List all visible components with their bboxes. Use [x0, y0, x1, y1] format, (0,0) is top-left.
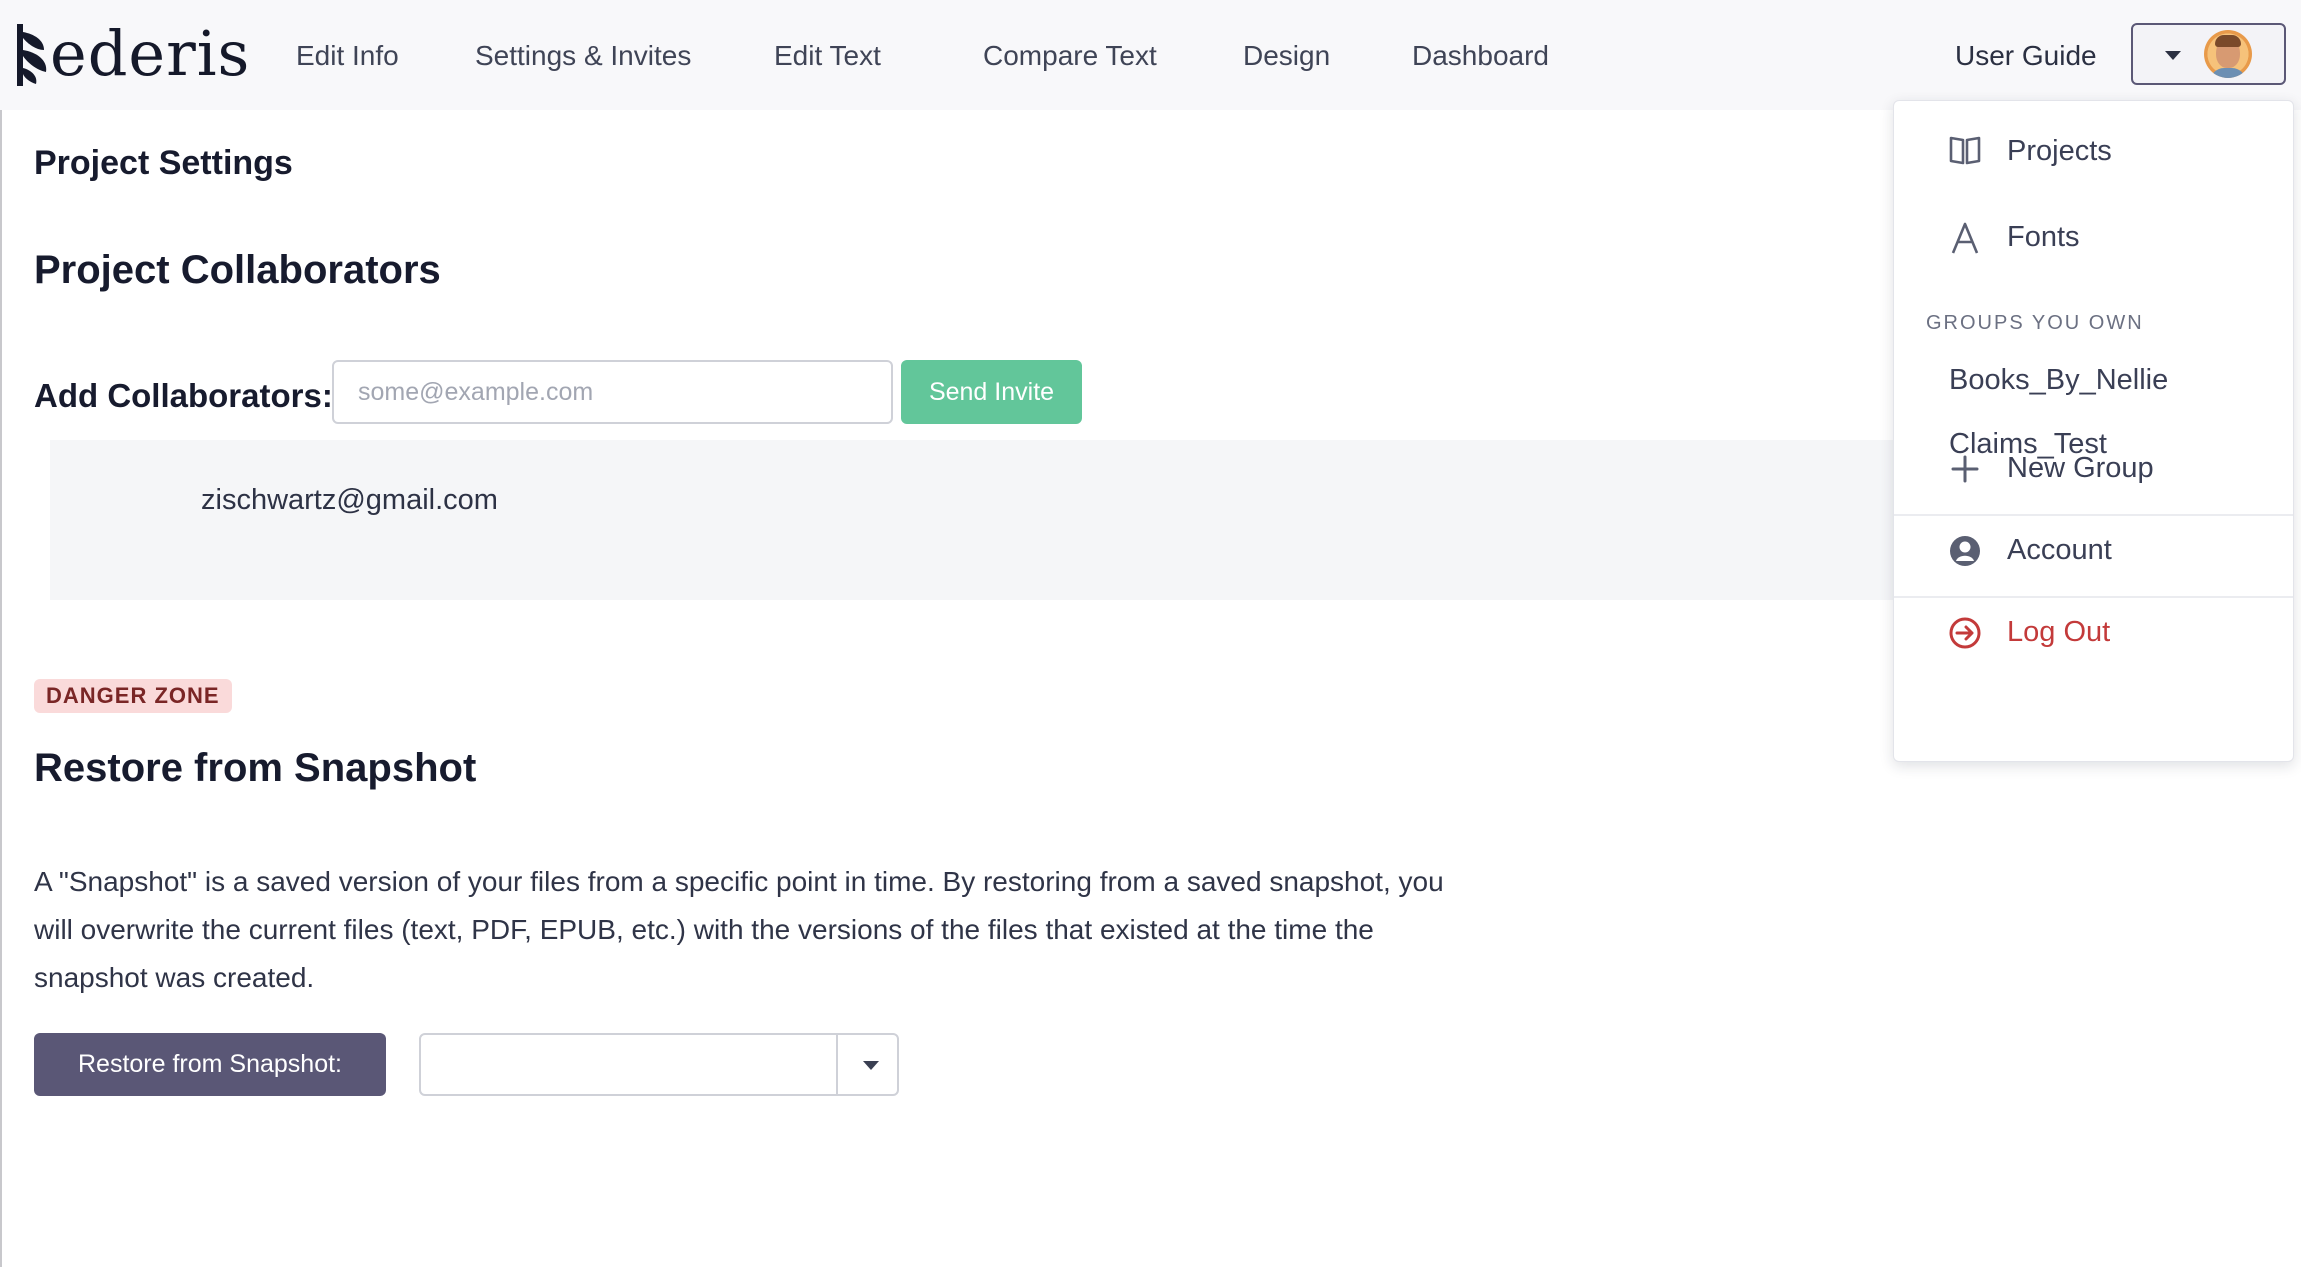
- collaborator-list: [50, 440, 1910, 600]
- nav-design[interactable]: Design: [1243, 0, 1330, 110]
- font-icon: [1951, 222, 1979, 254]
- top-navbar: ederis Edit Info Settings & Invites Edit…: [0, 0, 2301, 110]
- nav-compare-text[interactable]: Compare Text: [983, 0, 1157, 110]
- collaborators-heading: Project Collaborators: [34, 248, 441, 292]
- nav-edit-info[interactable]: Edit Info: [296, 0, 399, 110]
- menu-label-projects: Projects: [2007, 135, 2112, 167]
- nav-dashboard[interactable]: Dashboard: [1412, 0, 1549, 110]
- menu-label-account: Account: [2007, 534, 2112, 566]
- plus-icon: [1951, 455, 1979, 483]
- menu-item-fonts[interactable]: Fonts: [1894, 207, 2293, 267]
- menu-divider: [1894, 596, 2293, 598]
- user-dropdown-menu: Projects Fonts GROUPS YOU OWN Books_By_N…: [1893, 100, 2294, 762]
- leaf-logo-icon: [17, 24, 47, 86]
- restore-snapshot-button[interactable]: Restore from Snapshot:: [34, 1033, 386, 1096]
- menu-item-account[interactable]: Account: [1894, 520, 2293, 580]
- page-title: Project Settings: [34, 144, 293, 182]
- add-collaborators-label: Add Collaborators:: [34, 377, 333, 414]
- book-icon: [1949, 136, 1981, 165]
- group-item[interactable]: Books_By_Nellie: [1949, 364, 2168, 397]
- snapshot-description: A "Snapshot" is a saved version of your …: [34, 866, 1444, 993]
- user-menu-button[interactable]: [2131, 23, 2286, 85]
- menu-item-new-group[interactable]: New Group: [1894, 438, 2293, 498]
- avatar: [2204, 30, 2252, 78]
- menu-label-new-group: New Group: [2007, 452, 2154, 484]
- groups-heading: GROUPS YOU OWN: [1926, 312, 2144, 334]
- menu-divider: [1894, 514, 2293, 516]
- chevron-down-icon[interactable]: [863, 1061, 879, 1070]
- user-guide-link[interactable]: User Guide: [1955, 0, 2097, 110]
- snapshot-select[interactable]: [419, 1033, 899, 1096]
- nav-edit-text[interactable]: Edit Text: [774, 0, 881, 110]
- logout-icon: [1949, 617, 1981, 649]
- menu-label-logout: Log Out: [2007, 616, 2111, 648]
- menu-label-fonts: Fonts: [2007, 221, 2080, 253]
- restore-heading: Restore from Snapshot: [34, 746, 477, 790]
- collaborator-email: zischwartz@gmail.com: [201, 484, 498, 516]
- collaborator-email-input[interactable]: [332, 360, 893, 424]
- send-invite-button[interactable]: Send Invite: [901, 360, 1082, 424]
- danger-zone-badge: DANGER ZONE: [34, 679, 232, 713]
- brand-name: ederis: [50, 17, 251, 90]
- select-divider: [836, 1035, 838, 1094]
- menu-item-logout[interactable]: Log Out: [1894, 602, 2293, 662]
- user-circle-icon: [1950, 536, 1980, 566]
- brand-logo[interactable]: ederis: [14, 14, 250, 94]
- nav-settings-invites[interactable]: Settings & Invites: [475, 0, 691, 110]
- menu-item-projects[interactable]: Projects: [1894, 97, 2293, 205]
- chevron-down-icon: [2165, 51, 2181, 60]
- page-left-border: [0, 110, 2, 1267]
